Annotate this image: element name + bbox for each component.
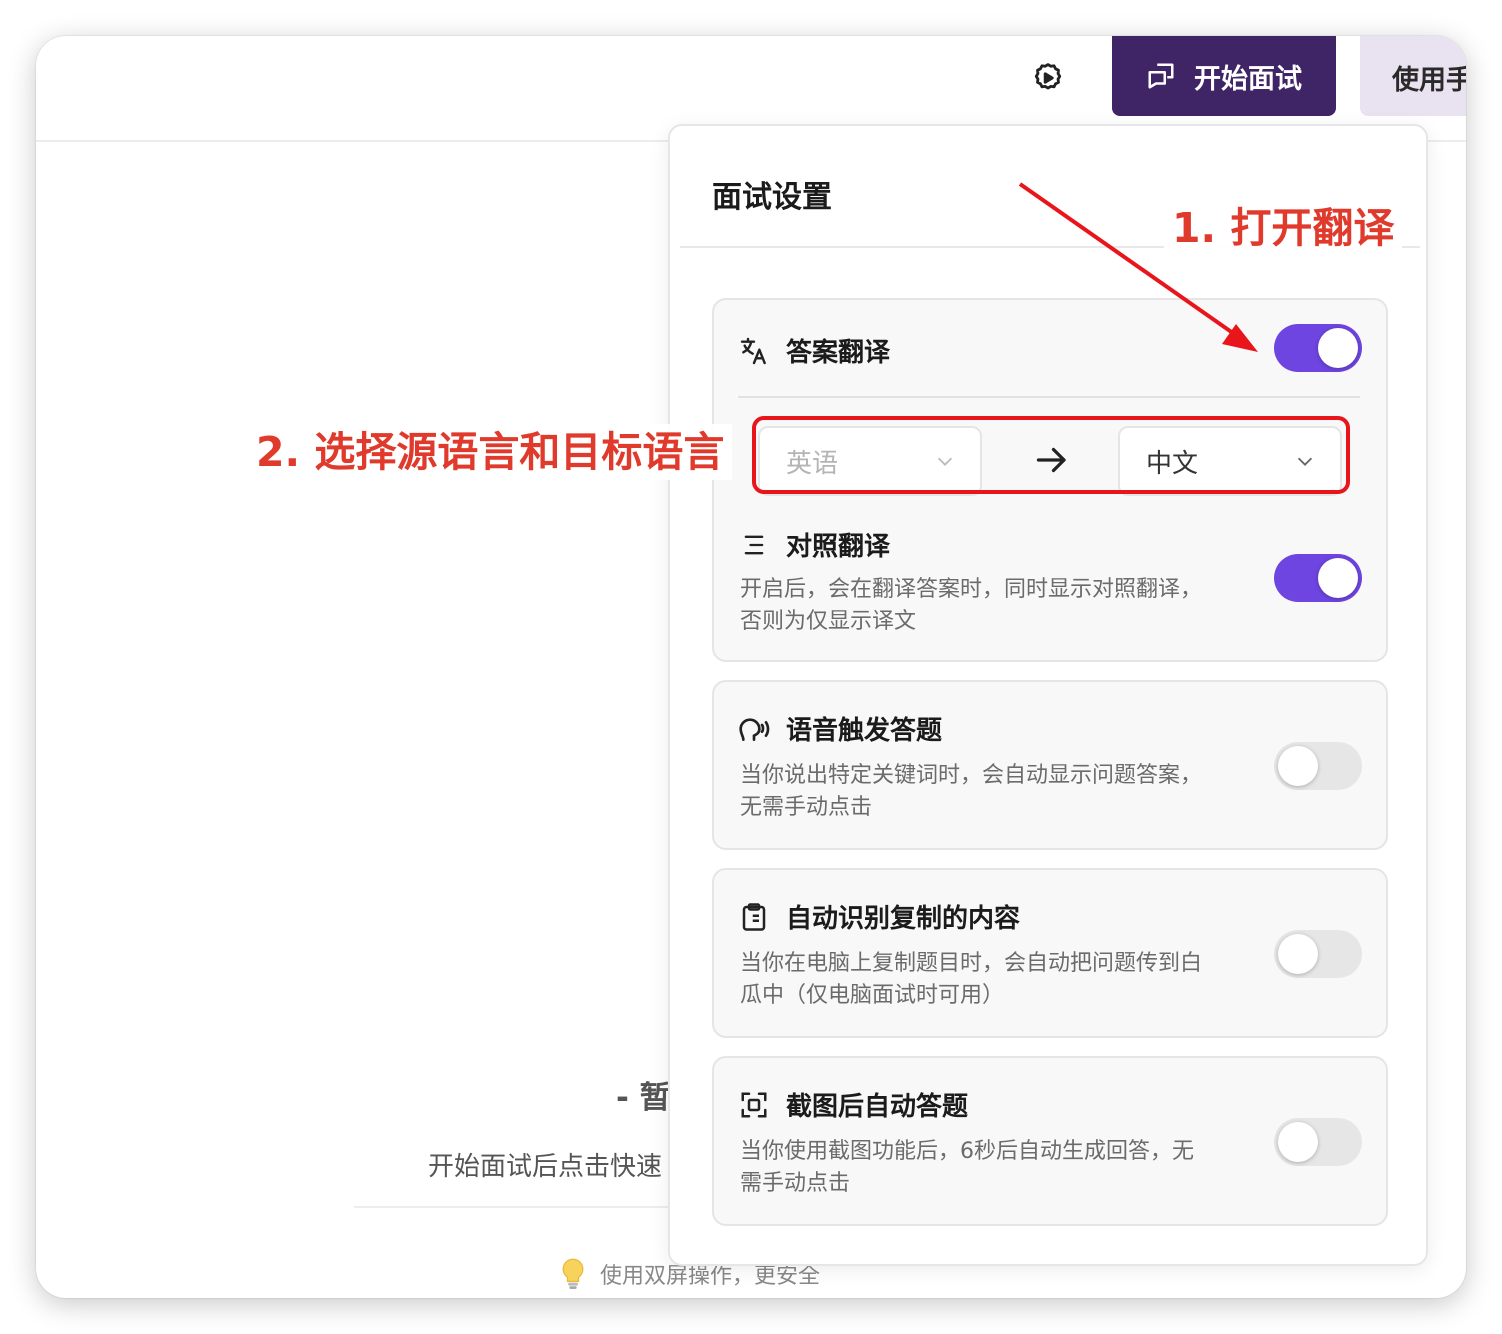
- panel-title: 面试设置: [712, 180, 832, 215]
- clipboard-detect-card: 自动识别复制的内容 当你在电脑上复制题目时，会自动把问题传到白瓜中（仅电脑面试时…: [712, 868, 1388, 1038]
- contrast-translation-desc: 开启后，会在翻译答案时，同时显示对照翻译，否则为仅显示译文: [740, 577, 1203, 634]
- lightbulb-icon: [562, 1258, 584, 1290]
- screenshot-icon: [738, 1089, 770, 1121]
- screenshot-answer-title: 截图后自动答题: [786, 1092, 969, 1122]
- settings-panel: 面试设置 答案翻译 英语 中文 对照翻译 开启后，会在翻译答案时，同时显示对照翻…: [668, 124, 1428, 1266]
- annotation-step2: 2. 选择源语言和目标语言: [248, 424, 733, 480]
- screenshot-answer-desc: 当你使用截图功能后，6秒后自动生成回答，无需手动点击: [740, 1139, 1194, 1196]
- manual-button[interactable]: 使用手册: [1360, 36, 1466, 116]
- voice-trigger-header: 语音触发答题: [738, 710, 942, 747]
- annotation-step1: 1. 打开翻译: [1164, 200, 1403, 256]
- screenshot-answer-card: 截图后自动答题 当你使用截图功能后，6秒后自动生成回答，无需手动点击: [712, 1056, 1388, 1226]
- manual-label: 使用手册: [1392, 65, 1466, 96]
- toggle-knob: [1278, 934, 1318, 974]
- start-interview-button[interactable]: 开始面试: [1112, 36, 1336, 116]
- start-interview-label: 开始面试: [1194, 63, 1302, 95]
- answer-translation-header: 答案翻译: [738, 332, 890, 369]
- screenshot-answer-header: 截图后自动答题: [738, 1086, 968, 1123]
- contrast-translation-toggle[interactable]: [1274, 554, 1362, 602]
- voice-trigger-desc: 当你说出特定关键词时，会自动显示问题答案，无需手动点击: [740, 763, 1203, 820]
- voice-icon: [738, 713, 770, 745]
- empty-state-title: - 暂: [616, 1080, 671, 1116]
- empty-state-hint: 开始面试后点击快速: [428, 1152, 663, 1182]
- card-separator: [738, 396, 1360, 398]
- contrast-translation-header: 对照翻译: [738, 526, 890, 563]
- toggle-knob: [1318, 558, 1358, 598]
- annotation-highlight-box: [752, 416, 1350, 494]
- chat-icon: [1148, 63, 1174, 89]
- voice-trigger-card: 语音触发答题 当你说出特定关键词时，会自动显示问题答案，无需手动点击: [712, 680, 1388, 850]
- clipboard-detect-toggle[interactable]: [1274, 930, 1362, 978]
- toggle-knob: [1278, 746, 1318, 786]
- settings-button[interactable]: [1030, 60, 1066, 96]
- answer-translation-toggle[interactable]: [1274, 324, 1362, 372]
- translate-icon: [738, 335, 770, 367]
- toggle-knob: [1278, 1122, 1318, 1162]
- voice-trigger-title: 语音触发答题: [786, 716, 943, 746]
- gear-icon: [1034, 63, 1062, 90]
- list-icon: [738, 529, 770, 561]
- screenshot-answer-toggle[interactable]: [1274, 1118, 1362, 1166]
- clipboard-detect-header: 自动识别复制的内容: [738, 898, 1020, 935]
- answer-translation-title: 答案翻译: [786, 338, 891, 368]
- clipboard-detect-title: 自动识别复制的内容: [786, 904, 1021, 934]
- contrast-translation-title: 对照翻译: [786, 532, 891, 562]
- toggle-knob: [1318, 328, 1358, 368]
- clipboard-icon: [738, 901, 770, 933]
- voice-trigger-toggle[interactable]: [1274, 742, 1362, 790]
- clipboard-detect-desc: 当你在电脑上复制题目时，会自动把问题传到白瓜中（仅电脑面试时可用）: [740, 951, 1203, 1008]
